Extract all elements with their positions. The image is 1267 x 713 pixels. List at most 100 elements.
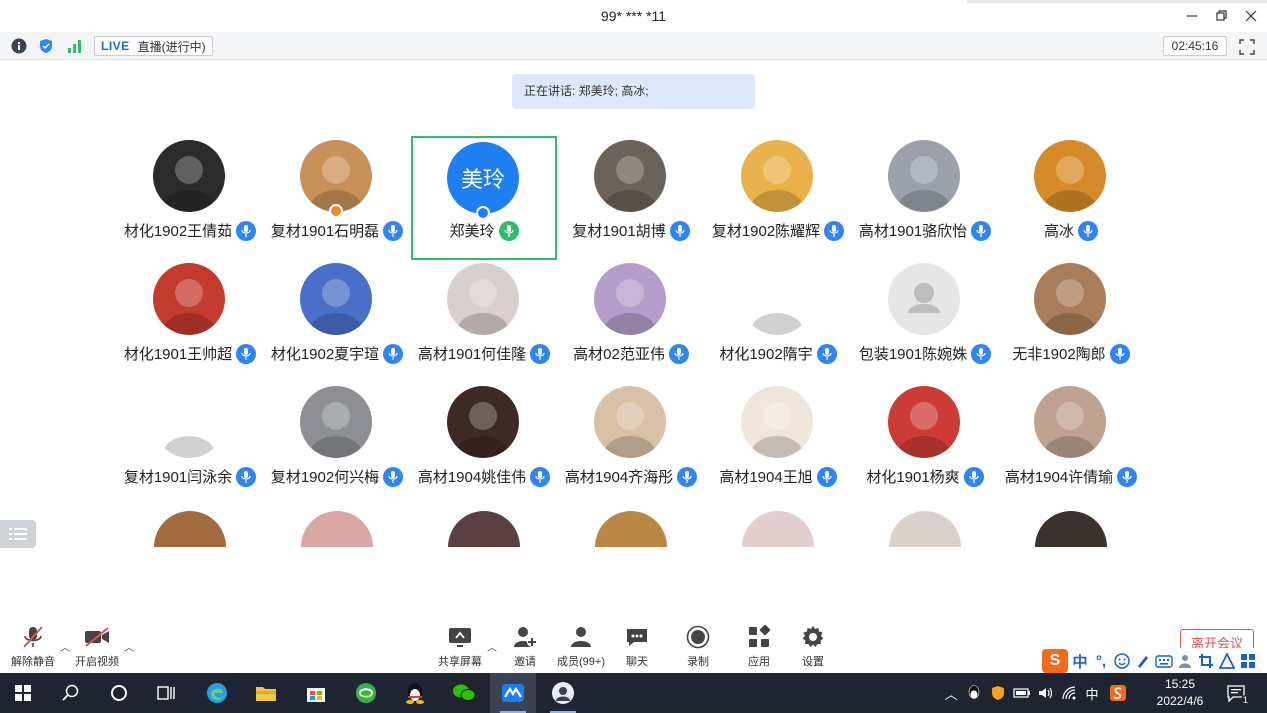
video-options-caret[interactable]: ︿: [124, 639, 134, 654]
participant-tile[interactable]: 复材1901石明磊: [264, 136, 410, 260]
taskbar-clock[interactable]: 15:25 2022/4/6: [1140, 676, 1220, 710]
wifi-icon[interactable]: [1061, 684, 1079, 702]
start-button[interactable]: [0, 673, 46, 713]
cortana-icon: [111, 685, 127, 701]
participant-avatar-partial[interactable]: [1035, 511, 1107, 547]
participant-avatar-partial[interactable]: [889, 511, 961, 547]
fullscreen-icon: [1239, 39, 1255, 55]
video-off-icon: [84, 625, 110, 649]
taskbar-user-app[interactable]: [540, 673, 586, 713]
participant-tile[interactable]: 高材02范亚伟: [558, 259, 704, 383]
taskbar-file-explorer[interactable]: [243, 673, 289, 713]
sogou-ime-logo[interactable]: S: [1042, 649, 1068, 673]
tray-sogou-icon[interactable]: [1109, 684, 1127, 702]
chat-button[interactable]: 聊天: [602, 625, 672, 669]
members-label: 成员(99+): [557, 656, 605, 668]
tray-qq-icon[interactable]: [965, 684, 983, 702]
ime-punctuation-toggle[interactable]: °,: [1092, 651, 1110, 671]
handwriting-icon[interactable]: [1134, 651, 1152, 671]
minimize-icon: [1187, 15, 1197, 17]
volume-icon[interactable]: [1037, 684, 1055, 702]
photo-avatar: [604, 279, 656, 335]
emoji-icon[interactable]: [1113, 651, 1131, 671]
meeting-info-button[interactable]: [10, 37, 28, 55]
participant-tile[interactable]: 美玲 郑美玲: [411, 136, 557, 260]
start-video-button[interactable]: 开启视频: [62, 625, 132, 669]
ime-toolbar: S 中 °,: [1040, 648, 1267, 674]
participant-tile[interactable]: 复材1902陈耀辉: [705, 136, 851, 260]
restore-button[interactable]: [1212, 6, 1232, 26]
participant-name-row: 材化1902隋宇: [705, 343, 851, 364]
taskbar-qq[interactable]: [392, 673, 438, 713]
side-panel-toggle[interactable]: [0, 520, 36, 548]
share-screen-label: 共享屏幕: [438, 656, 482, 668]
participant-avatar: [594, 263, 666, 335]
participant-tile[interactable]: 无非1902陶郎: [998, 259, 1144, 383]
participant-tile[interactable]: 高材1904姚佳伟: [411, 382, 557, 506]
taskbar-store[interactable]: [293, 673, 339, 713]
participant-avatar-partial[interactable]: [595, 511, 667, 547]
mic-icon: [383, 220, 404, 241]
show-hidden-icons-caret[interactable]: ︿: [942, 684, 960, 702]
crop-icon[interactable]: [1197, 651, 1215, 671]
participant-tile[interactable]: 材化1902隋宇: [705, 259, 851, 383]
add-user-icon: [512, 625, 538, 649]
minimize-button[interactable]: [1182, 6, 1202, 26]
skin-icon[interactable]: [1176, 651, 1194, 671]
record-button[interactable]: 录制: [663, 625, 733, 669]
taskbar-wechat[interactable]: [441, 673, 487, 713]
settings-button[interactable]: 设置: [778, 625, 848, 669]
default-avatar-icon: [908, 283, 940, 313]
participant-avatar: [300, 140, 372, 212]
network-signal-button[interactable]: [65, 37, 83, 55]
taskbar-360-browser[interactable]: [343, 673, 389, 713]
battery-icon[interactable]: [1013, 684, 1031, 702]
photo-avatar: [1044, 279, 1096, 335]
participant-tile[interactable]: 复材1901胡博: [558, 136, 704, 260]
ime-language-toggle[interactable]: 中: [1071, 651, 1089, 671]
taskbar-tencent-meeting[interactable]: [490, 673, 536, 713]
fullscreen-button[interactable]: [1238, 38, 1256, 56]
participant-tile[interactable]: 高材1901骆欣怡: [852, 136, 998, 260]
participant-name: 复材1902陈耀辉: [711, 223, 821, 240]
cortana-button[interactable]: [96, 673, 142, 713]
participant-name: 无非1902陶郎: [1012, 346, 1106, 363]
tray-security-icon[interactable]: [989, 684, 1007, 702]
taskbar-edge[interactable]: [194, 673, 240, 713]
participant-tile[interactable]: 高材1904许倩瑜: [998, 382, 1144, 506]
participant-avatar: [741, 140, 813, 212]
participant-avatar-partial[interactable]: [154, 511, 226, 547]
participant-tile[interactable]: 材化1901王帅超: [117, 259, 263, 383]
security-button[interactable]: [37, 37, 55, 55]
record-label: 录制: [687, 656, 709, 668]
participant-name: 包装1901陈婉姝: [858, 346, 968, 363]
participant-tile[interactable]: 材化1902王倩茹: [117, 136, 263, 260]
participant-avatar-partial[interactable]: [301, 511, 373, 547]
fullwidth-icon[interactable]: [1218, 651, 1236, 671]
live-status[interactable]: LIVE 直播(进行中): [94, 36, 213, 56]
participant-tile[interactable]: 包装1901陈婉姝: [852, 259, 998, 383]
participant-tile[interactable]: 高材1904齐海彤: [558, 382, 704, 506]
participant-tile[interactable]: 高材1904王旭: [705, 382, 851, 506]
participant-tile[interactable]: 高材1901何佳隆: [411, 259, 557, 383]
taskbar-search-button[interactable]: [48, 673, 94, 713]
participant-avatar-partial[interactable]: [742, 511, 814, 547]
participant-tile[interactable]: 高冰: [998, 136, 1144, 260]
ime-toolbox-icon[interactable]: [1239, 651, 1257, 671]
participant-avatar: [447, 263, 519, 335]
participant-tile[interactable]: 复材1902何兴梅: [264, 382, 410, 506]
participant-tile[interactable]: 材化1902夏宇瑄: [264, 259, 410, 383]
participant-avatar-partial[interactable]: [448, 511, 520, 547]
task-view-button[interactable]: [143, 673, 189, 713]
share-screen-button[interactable]: 共享屏幕: [425, 625, 495, 669]
tray-language-indicator[interactable]: 中: [1083, 684, 1101, 702]
notification-center-button[interactable]: 1: [1226, 684, 1250, 705]
photo-avatar: [310, 279, 362, 335]
unmute-button[interactable]: 解除静音: [0, 625, 68, 669]
participant-tile[interactable]: 复材1901闫泳余: [117, 382, 263, 506]
participant-tile[interactable]: 材化1901杨爽: [852, 382, 998, 506]
list-icon: [9, 528, 27, 540]
close-button[interactable]: [1241, 6, 1261, 26]
search-icon: [62, 684, 79, 701]
keyboard-icon[interactable]: [1155, 651, 1173, 671]
